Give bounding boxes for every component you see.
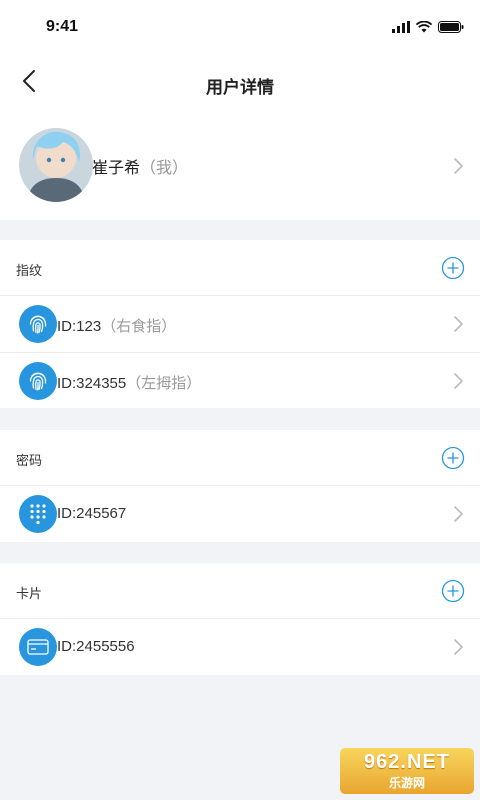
add-circle-icon xyxy=(441,579,465,603)
section-title-card: 卡片 xyxy=(16,586,43,601)
keypad-icon xyxy=(19,495,57,533)
fingerprint-id: ID:324355 xyxy=(57,375,127,392)
card-section-header: 卡片 xyxy=(0,563,480,619)
fingerprint-section: 指纹 ID:123（右食指） ID:324355（左拇指） xyxy=(0,240,480,408)
fingerprint-id: ID:123 xyxy=(57,318,102,335)
watermark-bottom-text: 乐游网 xyxy=(388,776,425,790)
password-id: ID:245567 xyxy=(57,505,127,522)
fingerprint-entry-text: ID:324355（左拇指） xyxy=(57,372,201,393)
status-icons xyxy=(392,20,464,38)
fingerprint-section-header: 指纹 xyxy=(0,240,480,296)
chevron-right-icon xyxy=(452,315,464,333)
status-bar: 9:41 xyxy=(0,0,480,56)
site-watermark-logo: 962.NET 乐游网 xyxy=(340,748,474,794)
add-fingerprint-button[interactable] xyxy=(441,256,465,280)
password-row[interactable]: ID:245567 xyxy=(0,486,480,542)
card-id: ID:2455556 xyxy=(57,638,135,655)
watermark-top-text: 962.NET xyxy=(364,751,450,773)
chevron-right-icon xyxy=(452,638,464,656)
add-password-button[interactable] xyxy=(441,446,465,470)
battery-icon xyxy=(438,20,464,38)
section-title-fingerprint: 指纹 xyxy=(16,263,43,278)
fingerprint-row[interactable]: ID:123（右食指） xyxy=(0,296,480,352)
card-row[interactable]: ID:2455556 xyxy=(0,619,480,675)
add-card-button[interactable] xyxy=(441,579,465,603)
fingerprint-entry-text: ID:123（右食指） xyxy=(57,315,176,336)
add-circle-icon xyxy=(441,446,465,470)
chevron-right-icon xyxy=(452,372,464,390)
nav-bar: 用户详情 xyxy=(0,56,480,112)
fingerprint-icon xyxy=(19,305,57,343)
page-title: 用户详情 xyxy=(206,78,274,97)
card-section: 卡片 ID:2455556 xyxy=(0,563,480,675)
fingerprint-note: （右食指） xyxy=(101,318,177,335)
avatar xyxy=(19,128,93,202)
signal-icon xyxy=(392,20,410,38)
chevron-right-icon xyxy=(452,157,464,175)
profile-row[interactable]: 崔子希（我） xyxy=(0,112,480,220)
profile-name-text: 崔子希 xyxy=(92,160,141,177)
add-circle-icon xyxy=(441,256,465,280)
wifi-icon xyxy=(415,20,433,38)
fingerprint-note: （左拇指） xyxy=(126,375,202,392)
status-time: 9:41 xyxy=(46,18,79,35)
password-section: 密码 ID:245567 xyxy=(0,430,480,542)
profile-name-suffix: （我） xyxy=(140,160,189,177)
profile-name: 崔子希（我） xyxy=(92,154,188,178)
chevron-right-icon xyxy=(452,505,464,523)
section-title-password: 密码 xyxy=(16,453,43,468)
password-section-header: 密码 xyxy=(0,430,480,486)
fingerprint-row[interactable]: ID:324355（左拇指） xyxy=(0,352,480,408)
card-icon xyxy=(19,628,57,666)
fingerprint-icon xyxy=(19,362,57,400)
